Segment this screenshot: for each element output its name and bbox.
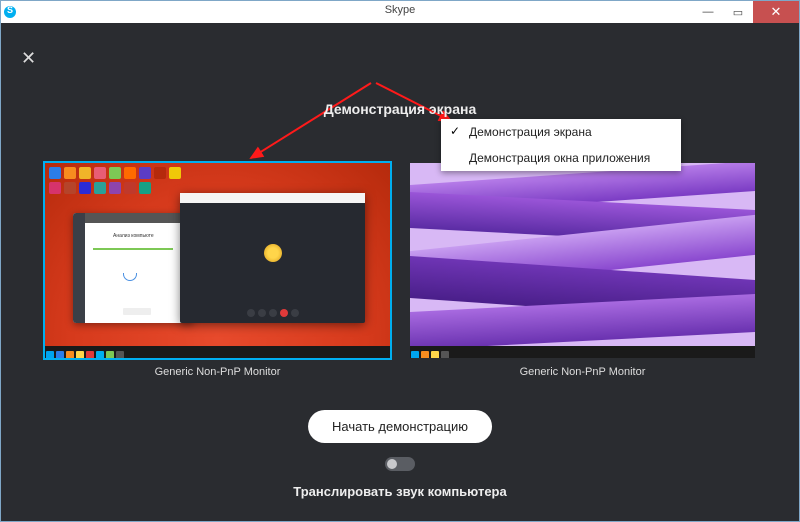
close-panel-button[interactable]: ✕: [21, 48, 36, 69]
skype-window: Skype — ▭ ✕ ✕ Демонстрация экрана Демонс…: [0, 0, 800, 522]
audio-toggle-label: Транслировать звук компьютера: [293, 484, 506, 499]
taskbar-thumb: [45, 346, 390, 358]
avatar-icon: [264, 244, 282, 262]
share-mode-dropdown: Демонстрация экрана Демонстрация окна пр…: [441, 119, 681, 171]
monitor-2-thumbnail: [410, 163, 755, 358]
minimize-button[interactable]: —: [693, 1, 723, 23]
dropdown-item-app-window[interactable]: Демонстрация окна приложения: [441, 145, 681, 171]
monitor-1-label: Generic Non-PnP Monitor: [155, 366, 281, 378]
titlebar: Skype — ▭ ✕: [1, 1, 799, 23]
monitor-chooser: Анализ компьюте: [1, 163, 799, 378]
monitor-2-label: Generic Non-PnP Monitor: [520, 366, 646, 378]
share-screen-panel: ✕ Демонстрация экрана Демонстрация экран…: [1, 23, 799, 521]
window-controls: — ▭ ✕: [693, 1, 799, 23]
start-sharing-button[interactable]: Начать демонстрацию: [308, 410, 492, 443]
skype-call-window-thumb: [180, 193, 365, 323]
maximize-button[interactable]: ▭: [723, 1, 753, 23]
window-title: Skype: [385, 4, 416, 16]
desktop-icons: [49, 167, 189, 194]
monitor-1[interactable]: Анализ компьюте: [45, 163, 390, 378]
ccleaner-window-thumb: Анализ компьюте: [73, 213, 193, 323]
skype-logo-icon: [4, 6, 16, 18]
audio-toggle[interactable]: [385, 457, 415, 471]
taskbar-thumb-2: [410, 346, 755, 358]
heading-share-screen[interactable]: Демонстрация экрана: [324, 101, 477, 117]
monitor-2[interactable]: Generic Non-PnP Monitor: [410, 163, 755, 378]
dropdown-item-screen[interactable]: Демонстрация экрана: [441, 119, 681, 145]
monitor-1-thumbnail: Анализ компьюте: [45, 163, 390, 358]
close-window-button[interactable]: ✕: [753, 1, 799, 23]
